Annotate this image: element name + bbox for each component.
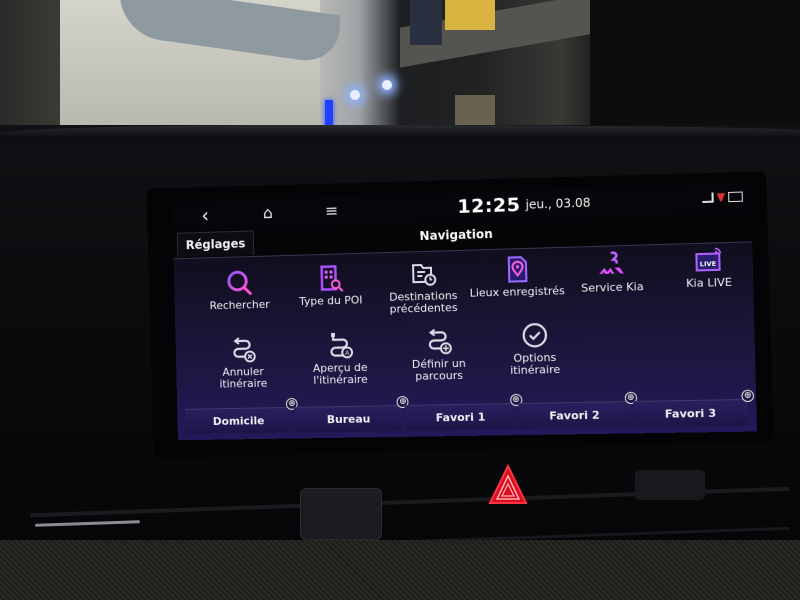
svg-text:LIVE: LIVE	[699, 260, 716, 269]
menu-item-kia-live[interactable]: LIVE Kia LIVE	[659, 243, 757, 311]
search-icon	[224, 268, 254, 298]
saved-places-icon	[501, 254, 532, 285]
menu-item-label: Annuler itinéraire	[219, 365, 268, 391]
menu-item-label: Destinations précédentes	[389, 289, 458, 316]
menu-item-label: Définir un parcours	[411, 356, 466, 383]
carbon-trim	[0, 540, 800, 600]
street-light	[350, 90, 360, 100]
menu-item-previous-destinations[interactable]: Destinations précédentes	[375, 258, 471, 324]
menu-item-saved-places[interactable]: Lieux enregistrés	[469, 253, 566, 320]
menu-item-label: Service Kia	[581, 280, 644, 295]
menu-item-route-options[interactable]: Options itinéraire	[486, 319, 583, 385]
mute-icon	[717, 193, 726, 201]
set-waypoints-icon	[429, 329, 452, 355]
favorite-home[interactable]: Domicile ⊕	[184, 397, 298, 435]
back-icon[interactable]: ‹	[201, 203, 209, 227]
svg-text:A: A	[345, 351, 349, 357]
signal-icon	[702, 192, 714, 204]
battery-icon	[728, 191, 743, 203]
menu-item-cancel-route[interactable]: Annuler itinéraire	[197, 334, 290, 399]
wall-frames	[455, 95, 495, 125]
favorite-label: Domicile	[212, 414, 265, 428]
menu-item-kia-service[interactable]: Service Kia	[563, 248, 662, 315]
menu-icon[interactable]: ≡	[325, 200, 339, 222]
kia-service-icon	[598, 249, 624, 275]
menu-item-label: Lieux enregistrés	[469, 284, 566, 300]
clock: 12:25	[457, 193, 521, 218]
favorites-bar: Domicile ⊕ Bureau ⊕ Favori 1 ⊕ Favori 2 …	[184, 389, 755, 435]
favorite-3[interactable]: Favori 3 ⊕	[632, 389, 755, 428]
favorite-label: Favori 2	[549, 408, 600, 423]
dashboard-rim	[0, 125, 800, 139]
favorite-1[interactable]: Favori 1 ⊕	[404, 393, 523, 431]
menu-grid: Rechercher Type du POI Destinations préc…	[174, 243, 756, 397]
previous-destinations-icon	[407, 259, 437, 290]
menu-item-label: Options itinéraire	[510, 350, 561, 377]
infotainment-screen: ‹ ⌂ ≡ 12:25 jeu., 03.08 Réglages Navigat…	[172, 182, 757, 441]
poi-type-icon	[315, 263, 345, 293]
menu-item-set-waypoints[interactable]: Définir un parcours	[391, 325, 487, 391]
menu-item-label: Rechercher	[209, 297, 270, 313]
poster	[410, 0, 442, 45]
kia-live-icon: LIVE	[693, 244, 725, 275]
yellow-sign	[445, 0, 495, 30]
date: jeu., 03.08	[525, 195, 591, 212]
street-light	[382, 80, 392, 90]
favorite-2[interactable]: Favori 2 ⊕	[517, 391, 638, 430]
favorite-office[interactable]: Bureau ⊕	[293, 395, 410, 433]
menu-item-label: Kia LIVE	[685, 275, 733, 291]
dark-wall	[590, 0, 800, 140]
cancel-route-icon	[228, 335, 258, 365]
home-icon[interactable]: ⌂	[263, 202, 273, 224]
favorite-label: Favori 3	[664, 406, 717, 421]
status-icons	[702, 191, 743, 204]
add-icon[interactable]: ⊕	[741, 389, 755, 403]
favorite-label: Favori 1	[435, 410, 486, 425]
background-scene	[0, 0, 800, 140]
route-options-icon	[519, 320, 550, 351]
menu-item-poi-type[interactable]: Type du POI	[284, 262, 378, 328]
route-overview-icon: A	[325, 330, 355, 360]
menu-item-label: Type du POI	[298, 293, 363, 309]
vent-knob-right[interactable]	[635, 470, 705, 500]
vent-knob[interactable]	[300, 488, 382, 540]
favorite-label: Bureau	[326, 412, 371, 427]
menu-item-label: Aperçu de l'itinéraire	[312, 360, 368, 387]
menu-item-search[interactable]: Rechercher	[193, 267, 286, 332]
menu-item-route-overview[interactable]: A Aperçu de l'itinéraire	[293, 330, 388, 395]
hazard-button[interactable]	[487, 463, 529, 507]
